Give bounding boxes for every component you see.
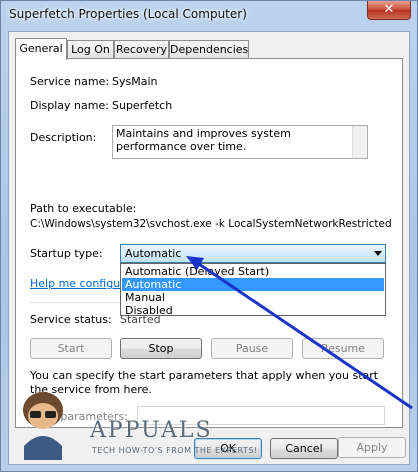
- option-automatic[interactable]: Automatic: [122, 278, 384, 291]
- service-name-value: SysMain: [112, 75, 158, 88]
- path-label: Path to executable:: [30, 202, 137, 215]
- start-button[interactable]: Start: [30, 338, 112, 359]
- display-name-label: Display name:: [30, 99, 109, 112]
- option-manual[interactable]: Manual: [122, 291, 384, 304]
- startup-type-label: Startup type:: [30, 247, 103, 260]
- service-status-label: Service status:: [30, 313, 112, 326]
- close-icon: ✕: [383, 2, 395, 17]
- display-name-value: Superfetch: [112, 99, 173, 112]
- startup-type-selected: Automatic: [125, 247, 182, 260]
- description-label: Description:: [30, 131, 97, 144]
- chevron-down-icon[interactable]: [374, 251, 382, 256]
- description-scrollbar[interactable]: [352, 126, 367, 158]
- pause-button[interactable]: Pause: [211, 338, 293, 359]
- general-panel: Service name: SysMain Display name: Supe…: [15, 58, 403, 428]
- service-name-label: Service name:: [30, 75, 110, 88]
- option-automatic-delayed[interactable]: Automatic (Delayed Start): [122, 265, 384, 278]
- description-text: Maintains and improves system performanc…: [116, 127, 291, 153]
- startup-type-select[interactable]: Automatic: [120, 244, 386, 263]
- close-button[interactable]: ✕: [367, 1, 411, 20]
- description-box[interactable]: Maintains and improves system performanc…: [112, 125, 368, 159]
- path-value: C:\Windows\system32\svchost.exe -k Local…: [30, 218, 392, 230]
- cancel-button[interactable]: Cancel: [270, 438, 338, 459]
- stop-button[interactable]: Stop: [120, 338, 202, 359]
- resume-button[interactable]: Resume: [302, 338, 384, 359]
- title-bar[interactable]: Superfetch Properties (Local Computer) ✕: [1, 1, 417, 29]
- option-disabled[interactable]: Disabled: [122, 304, 384, 317]
- start-params-info: You can specify the start parameters tha…: [30, 369, 379, 396]
- window-title: Superfetch Properties (Local Computer): [9, 7, 247, 21]
- tab-log-on[interactable]: Log On: [67, 40, 114, 59]
- watermark-brand: APPUALS: [90, 418, 213, 443]
- tab-dependencies[interactable]: Dependencies: [169, 40, 249, 59]
- startup-type-dropdown: Automatic (Delayed Start) Automatic Manu…: [120, 263, 386, 317]
- appuals-mascot-icon: [23, 392, 63, 460]
- watermark-tagline: TECH HOW-TO'S FROM THE EXPERTS!: [92, 446, 258, 455]
- tab-general[interactable]: General: [15, 38, 67, 60]
- apply-button[interactable]: Apply: [338, 437, 406, 458]
- tab-recovery[interactable]: Recovery: [114, 40, 169, 59]
